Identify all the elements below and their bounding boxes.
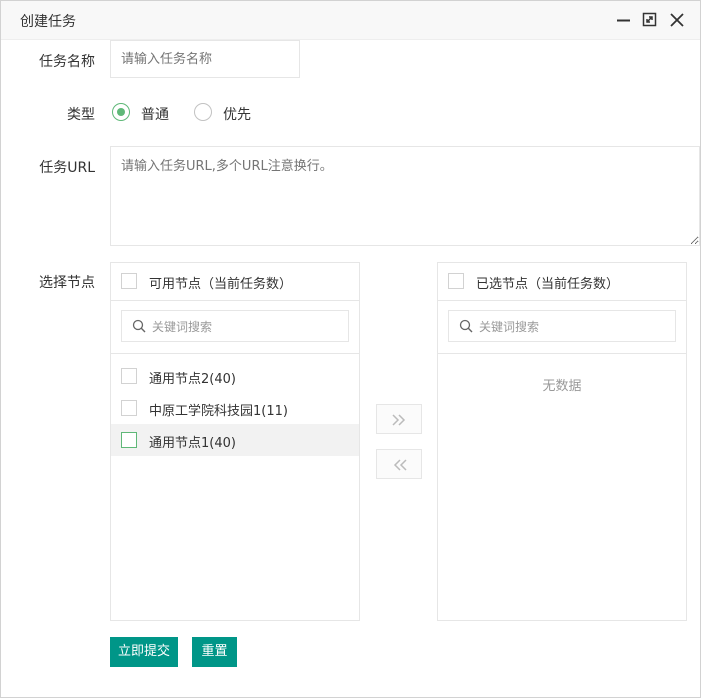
close-icon[interactable] — [668, 11, 686, 29]
task-url-label: 任务URL — [39, 160, 95, 176]
double-chevron-right-icon — [392, 414, 406, 426]
node-select-label: 选择节点 — [39, 275, 95, 291]
minimize-icon[interactable] — [615, 11, 633, 29]
list-item-label: 通用节点1(40) — [149, 436, 236, 451]
empty-state-text: 无数据 — [542, 379, 582, 394]
radio-normal-label: 普通 — [141, 107, 169, 123]
list-item[interactable]: 通用节点1(40) — [111, 424, 359, 456]
select-all-selected-checkbox[interactable] — [448, 273, 464, 289]
list-item-checkbox[interactable] — [121, 432, 137, 448]
select-all-available-checkbox[interactable] — [121, 273, 137, 289]
selected-nodes-panel: 已选节点（当前任务数） 关键词搜索 无数据 — [437, 262, 687, 621]
reset-button[interactable]: 重置 — [192, 637, 237, 667]
radio-priority-label: 优先 — [223, 107, 251, 123]
maximize-icon[interactable] — [641, 11, 659, 29]
dialog-titlebar: 创建任务 — [1, 1, 700, 40]
move-right-button[interactable] — [376, 404, 422, 434]
double-chevron-left-icon — [393, 459, 407, 471]
dialog-title: 创建任务 — [20, 14, 76, 30]
task-name-label: 任务名称 — [39, 54, 95, 70]
selected-search-input[interactable]: 关键词搜索 — [448, 310, 676, 342]
available-search-input[interactable]: 关键词搜索 — [121, 310, 349, 342]
search-icon — [459, 319, 473, 333]
selected-nodes-header: 已选节点（当前任务数） — [438, 263, 686, 301]
available-search-placeholder: 关键词搜索 — [152, 320, 213, 334]
list-item-checkbox[interactable] — [121, 368, 137, 384]
list-item[interactable]: 中原工学院科技园1(11) — [111, 392, 359, 424]
list-item-label: 中原工学院科技园1(11) — [149, 404, 288, 419]
available-nodes-header: 可用节点（当前任务数） — [111, 263, 359, 301]
task-url-textarea[interactable] — [110, 146, 700, 246]
available-search-area: 关键词搜索 — [111, 300, 359, 354]
move-left-button[interactable] — [376, 449, 422, 479]
list-item-checkbox[interactable] — [121, 400, 137, 416]
create-task-dialog: 创建任务 任务名称 类型 普通 优先 任务URL 选择节点 — [0, 0, 701, 698]
type-label: 类型 — [67, 107, 95, 123]
radio-normal-indicator — [112, 103, 130, 121]
selected-search-placeholder: 关键词搜索 — [479, 320, 540, 334]
submit-button[interactable]: 立即提交 — [110, 637, 178, 667]
selected-search-area: 关键词搜索 — [438, 300, 686, 354]
list-item[interactable]: 通用节点2(40) — [111, 360, 359, 392]
search-icon — [132, 319, 146, 333]
selected-nodes-title: 已选节点（当前任务数） — [476, 277, 620, 292]
list-item-label: 通用节点2(40) — [149, 372, 236, 387]
task-name-input[interactable] — [110, 40, 300, 78]
radio-priority-indicator — [194, 103, 212, 121]
available-nodes-title: 可用节点（当前任务数） — [149, 277, 293, 292]
available-nodes-panel: 可用节点（当前任务数） 关键词搜索 通用节点2(40) 中原工学院科技园1(11… — [110, 262, 360, 621]
